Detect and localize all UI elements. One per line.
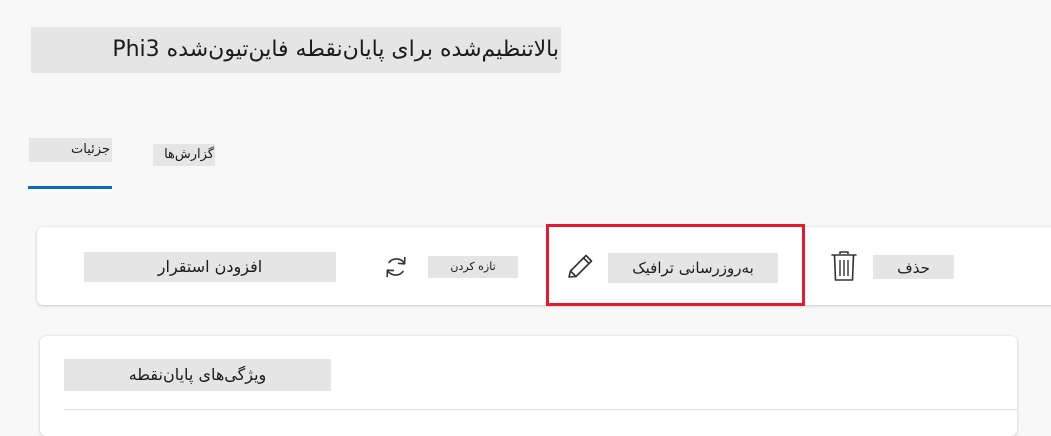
add-deployment-label: افزودن استقرار: [84, 252, 336, 282]
tab-logs-label: گزارش‌ها: [153, 144, 215, 166]
card-title: ویژگی‌های پایان‌نقطه: [64, 359, 331, 391]
endpoint-properties-card: ویژگی‌های پایان‌نقطه: [40, 336, 1017, 436]
command-bar: افزودن استقرار تازه کردن به‌روزرسانی ترا…: [37, 227, 1051, 305]
tab-logs[interactable]: گزارش‌ها: [153, 144, 215, 168]
delete-label: حذف: [873, 255, 954, 279]
tab-selected-indicator: [28, 186, 112, 189]
refresh-icon: [386, 256, 406, 278]
refresh-label: تازه کردن: [428, 256, 518, 278]
card-divider: [64, 409, 1017, 410]
page-title: بالاتنظیم‌شده برای پایان‌نقطه فاین‌تیون‌…: [31, 27, 561, 73]
trash-icon: [831, 251, 857, 281]
tab-details-label: جزئیات: [29, 138, 112, 162]
tab-details[interactable]: جزئیات: [28, 138, 112, 190]
pencil-icon: [568, 254, 593, 278]
update-traffic-label: به‌روزرسانی ترافیک: [608, 253, 778, 283]
